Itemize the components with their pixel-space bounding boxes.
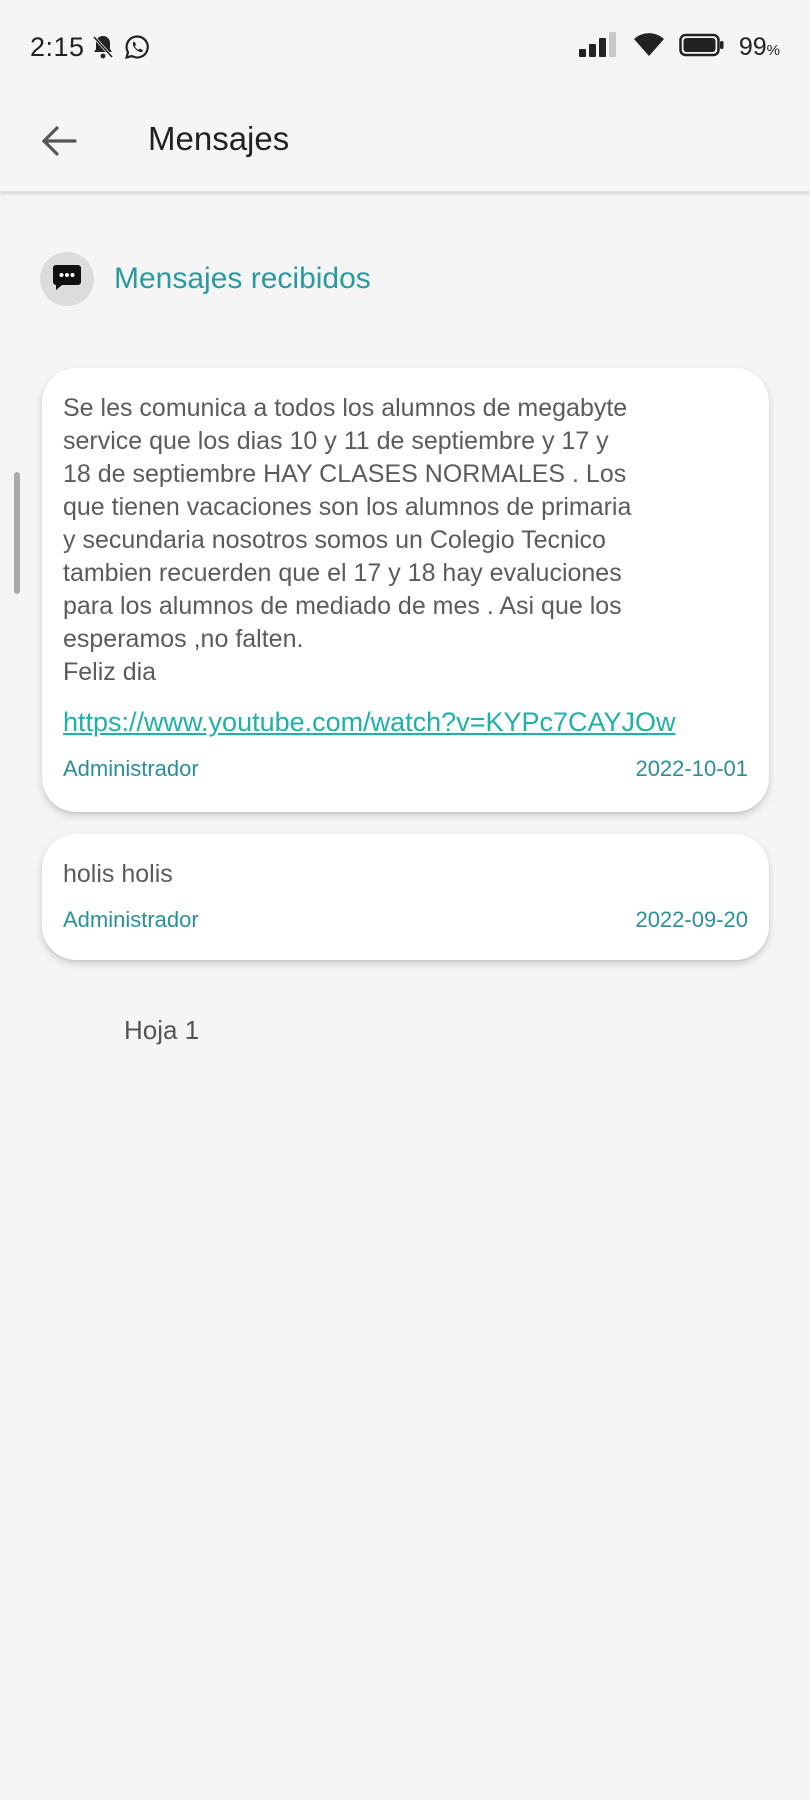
whatsapp-icon <box>124 34 150 65</box>
message-footer: Administrador 2022-09-20 <box>63 907 748 933</box>
message-body: holis holis <box>63 860 173 888</box>
scrollbar[interactable] <box>14 472 20 594</box>
message-author: Administrador <box>63 907 199 932</box>
section-title: Mensajes recibidos <box>114 262 371 295</box>
battery-percent: 99 <box>738 33 767 61</box>
battery-unit: % <box>766 42 780 59</box>
status-time: 2:15 <box>30 32 85 62</box>
battery-icon <box>679 33 725 62</box>
back-button[interactable] <box>34 116 84 170</box>
app-bar: Mensajes <box>0 96 810 192</box>
status-bar: 2:15 99% <box>0 0 810 96</box>
arrow-back-icon <box>41 125 77 162</box>
message-author: Administrador <box>63 756 199 781</box>
section-icon-badge <box>40 252 94 306</box>
message-footer: Administrador 2022-10-01 <box>63 756 748 782</box>
bell-off-icon <box>92 34 114 65</box>
message-card[interactable]: holis holis Administrador 2022-09-20 <box>42 834 769 960</box>
message-body: Se les comunica a todos los alumnos de m… <box>63 394 632 686</box>
message-date: 2022-10-01 <box>635 756 748 781</box>
message-date: 2022-09-20 <box>635 907 748 932</box>
page-title: Mensajes <box>148 120 290 157</box>
section-header: Mensajes recibidos <box>40 252 371 306</box>
chat-bubble-icon <box>52 263 82 296</box>
message-card[interactable]: Se les comunica a todos los alumnos de m… <box>42 368 769 812</box>
status-right-icons: 99% <box>578 32 780 63</box>
status-left-icons <box>92 34 150 65</box>
signal-icon <box>578 32 619 63</box>
page-indicator: Hoja 1 <box>124 1015 200 1045</box>
battery-text: 99% <box>739 33 780 62</box>
wifi-icon <box>633 32 665 63</box>
message-link[interactable]: https://www.youtube.com/watch?v=KYPc7CAY… <box>63 707 748 738</box>
